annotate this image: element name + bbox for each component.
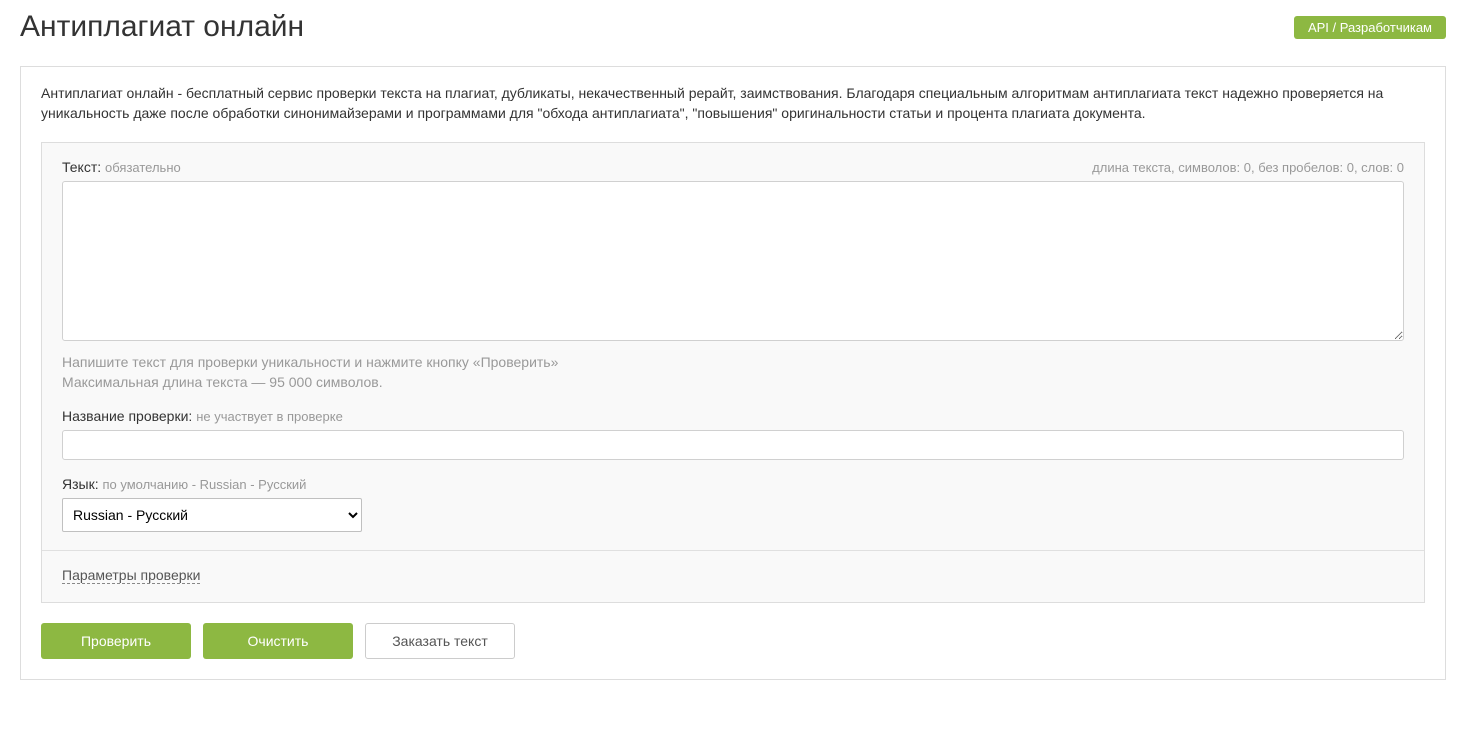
api-developers-button[interactable]: API / Разработчикам	[1294, 16, 1446, 39]
text-help-line1: Напишите текст для проверки уникальности…	[62, 352, 1404, 372]
check-name-input[interactable]	[62, 430, 1404, 460]
text-label: Текст:	[62, 159, 101, 175]
params-section: Параметры проверки	[42, 550, 1424, 602]
text-help-line2: Максимальная длина текста — 95 000 симво…	[62, 372, 1404, 392]
text-required-hint: обязательно	[105, 160, 181, 175]
name-label: Название проверки:	[62, 408, 192, 424]
main-card: Антиплагиат онлайн - бесплатный сервис п…	[20, 66, 1446, 680]
text-label-row: Текст: обязательно длина текста, символо…	[62, 159, 1404, 175]
language-hint: по умолчанию - Russian - Русский	[103, 477, 307, 492]
intro-text: Антиплагиат онлайн - бесплатный сервис п…	[41, 83, 1425, 124]
text-help: Напишите текст для проверки уникальности…	[62, 352, 1404, 393]
text-label-group: Текст: обязательно	[62, 159, 181, 175]
check-button[interactable]: Проверить	[41, 623, 191, 659]
text-section: Текст: обязательно длина текста, символо…	[42, 143, 1424, 551]
language-field-group: Язык: по умолчанию - Russian - Русский R…	[62, 476, 1404, 532]
form-panel: Текст: обязательно длина текста, символо…	[41, 142, 1425, 604]
name-field-group: Название проверки: не участвует в провер…	[62, 408, 1404, 460]
button-row: Проверить Очистить Заказать текст	[41, 623, 1425, 659]
clear-button[interactable]: Очистить	[203, 623, 353, 659]
page-title: Антиплагиат онлайн	[20, 10, 304, 44]
language-select[interactable]: Russian - Русский	[62, 498, 362, 532]
name-hint: не участвует в проверке	[196, 409, 343, 424]
header: Антиплагиат онлайн API / Разработчикам	[20, 0, 1446, 66]
order-text-button[interactable]: Заказать текст	[365, 623, 515, 659]
text-input[interactable]	[62, 181, 1404, 341]
language-label: Язык:	[62, 476, 99, 492]
check-parameters-link[interactable]: Параметры проверки	[62, 567, 200, 584]
text-stats: длина текста, символов: 0, без пробелов:…	[1092, 160, 1404, 175]
